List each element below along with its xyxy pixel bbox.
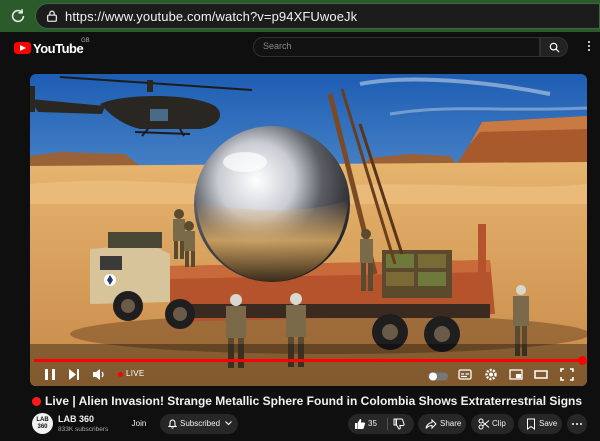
youtube-logo[interactable]: YouTube GB [14, 38, 90, 56]
like-count[interactable]: 35 [368, 419, 377, 428]
theater-mode-icon[interactable] [534, 367, 548, 382]
clip-label: Clip [492, 419, 506, 428]
bell-icon [168, 419, 177, 429]
clip-button[interactable]: Clip [471, 414, 514, 434]
video-player[interactable]: LIVE [30, 74, 587, 386]
address-bar[interactable]: https://www.youtube.com/watch?v=p94XFUwo… [35, 3, 600, 29]
reload-icon[interactable] [9, 7, 27, 25]
save-button[interactable]: Save [518, 414, 562, 434]
share-label: Share [440, 419, 462, 428]
like-icon[interactable] [354, 418, 366, 430]
player-controls: LIVE [30, 363, 587, 386]
subscribed-label: Subscribed [180, 419, 221, 428]
progress-bar[interactable] [34, 356, 587, 365]
video-frame [30, 74, 587, 386]
more-actions-icon[interactable] [567, 414, 587, 434]
live-red-dot-icon [32, 397, 41, 406]
scissors-icon [478, 418, 490, 430]
settings-gear-icon[interactable] [484, 367, 498, 382]
avatar-text-line1: LAB [36, 417, 49, 423]
live-prefix: Live [45, 394, 70, 408]
chevron-down-icon [225, 421, 232, 426]
share-icon [425, 418, 437, 430]
volume-icon[interactable] [92, 367, 106, 382]
search-placeholder: Search [263, 41, 292, 51]
dislike-icon[interactable] [393, 418, 405, 430]
url-text: https://www.youtube.com/watch?v=p94XFUwo… [65, 9, 358, 24]
search-input[interactable]: Search [253, 37, 540, 57]
video-title: Live | Alien Invasion! Strange Metallic … [32, 394, 592, 408]
subtitles-icon[interactable] [458, 367, 472, 382]
country-code: GB [81, 38, 90, 44]
subscriber-count: 833K subscribers [58, 426, 109, 433]
channel-name[interactable]: LAB 360 [58, 414, 94, 424]
miniplayer-icon[interactable] [509, 367, 523, 382]
logo-wordmark: YouTube [33, 40, 84, 56]
autoplay-toggle-icon[interactable] [428, 369, 448, 384]
avatar-text-line2: 360 [37, 424, 48, 430]
save-playlist-icon [527, 418, 535, 430]
video-title-text: Alien Invasion! Strange Metallic Sphere … [78, 394, 583, 408]
youtube-header: YouTube GB Search [0, 32, 600, 62]
live-indicator-dot [118, 372, 123, 377]
save-label: Save [539, 419, 558, 428]
join-button[interactable]: Join [122, 414, 156, 434]
next-icon[interactable] [68, 367, 80, 382]
channel-avatar[interactable]: LAB 360 [32, 413, 53, 434]
live-label[interactable]: LIVE [126, 369, 145, 378]
site-info-icon[interactable] [45, 9, 59, 23]
settings-menu-icon[interactable] [587, 41, 591, 54]
share-button[interactable]: Share [418, 414, 466, 434]
search-icon [549, 42, 560, 53]
browser-toolbar: https://www.youtube.com/watch?v=p94XFUwo… [0, 0, 600, 32]
fullscreen-icon[interactable] [560, 367, 574, 382]
subscribed-button[interactable]: Subscribed [160, 414, 238, 434]
youtube-play-logo-icon [14, 42, 31, 54]
search-button[interactable] [540, 37, 568, 57]
like-dislike-group: 35 [348, 414, 414, 434]
like-divider [387, 418, 388, 430]
pause-icon[interactable] [44, 367, 56, 382]
